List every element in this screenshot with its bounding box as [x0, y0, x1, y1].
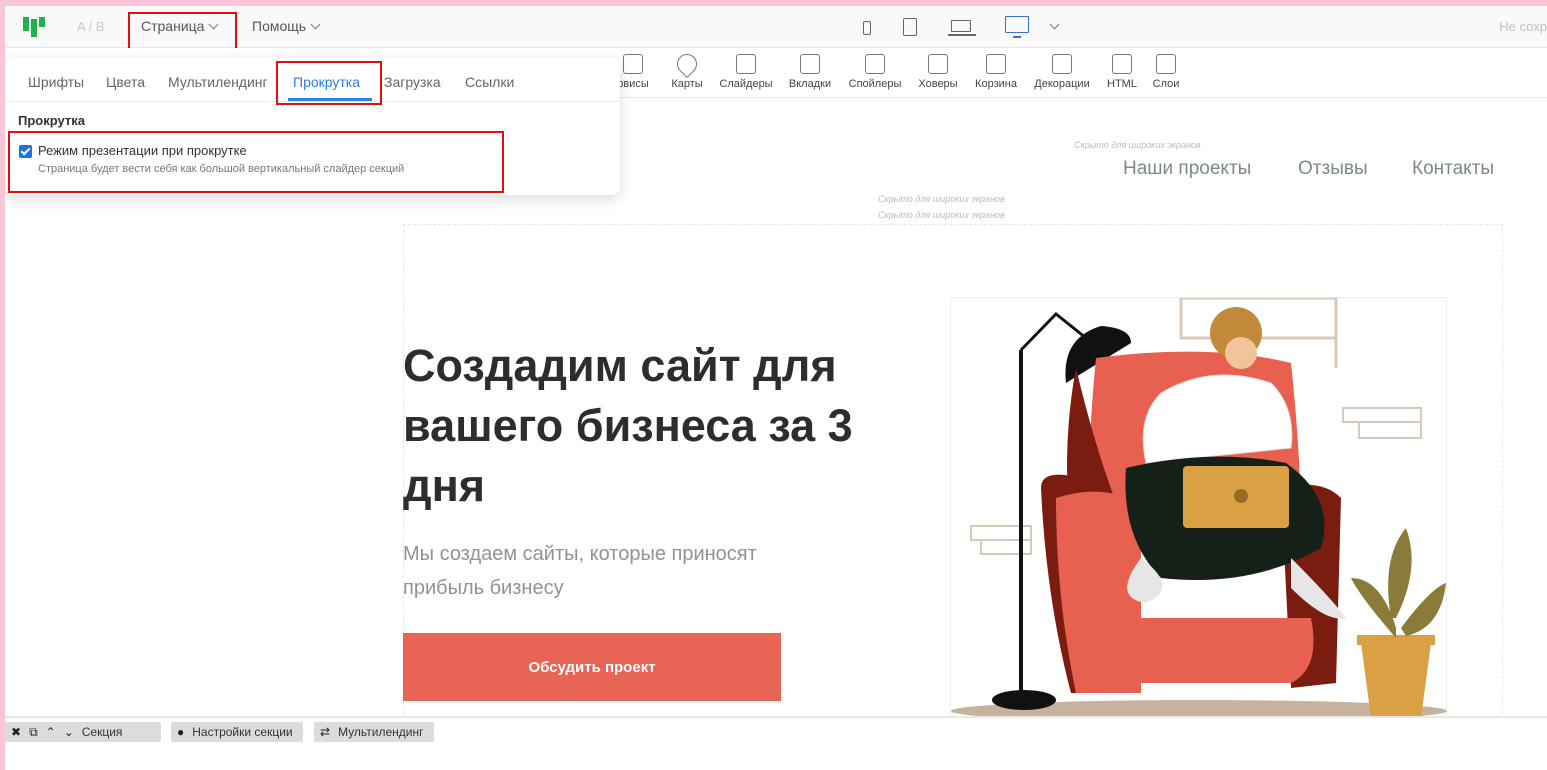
hidden-note: Скрыто для широких экранов: [878, 210, 1005, 220]
like-icon: [623, 54, 643, 74]
tool-cart[interactable]: Корзина: [966, 54, 1026, 90]
nav-link-contacts[interactable]: Контакты: [1412, 158, 1494, 180]
tab-scrolling[interactable]: Прокрутка: [293, 74, 360, 90]
hidden-note: Скрыто для широких экранов: [1074, 140, 1201, 150]
section-settings-label: Настройки секции: [192, 725, 293, 739]
multilanding-button[interactable]: ⇄ Мультилендинг: [314, 722, 434, 742]
desktop-view-icon[interactable]: [1005, 16, 1029, 38]
active-tab-indicator: [288, 98, 372, 101]
tool-label: Спойлеры: [848, 78, 902, 90]
discuss-project-button[interactable]: Обсудить проект: [403, 633, 781, 701]
tool-maps[interactable]: Карты: [657, 49, 717, 90]
tool-label: Вкладки: [788, 78, 832, 90]
section-controls: ✖ ⧉ ⌃ ⌄ Секция: [5, 722, 161, 742]
tool-decorations[interactable]: Декорации: [1032, 54, 1092, 90]
code-icon: [1112, 54, 1132, 74]
tabs-icon: [800, 54, 820, 74]
chevron-down-icon: [310, 19, 321, 29]
top-bar: A / B Страница Помощь Не сохр: [5, 6, 1547, 54]
tab-fonts[interactable]: Шрифты: [28, 74, 84, 90]
tab-links[interactable]: Ссылки: [465, 74, 514, 90]
logo-icon[interactable]: [23, 15, 47, 39]
chevron-up-icon[interactable]: ⌃: [46, 725, 56, 739]
presentation-mode-checkbox[interactable]: [19, 145, 32, 158]
tool-label: Декорации: [1034, 78, 1090, 90]
page-settings-panel: Шрифты Цвета Мультилендинг Прокрутка Заг…: [5, 58, 620, 195]
tool-spoilers[interactable]: Спойлеры: [845, 54, 905, 90]
hover-icon: [928, 54, 948, 74]
tool-sliders[interactable]: Слайдеры: [716, 54, 776, 90]
phone-view-icon[interactable]: [863, 21, 871, 35]
tab-loading[interactable]: Загрузка: [384, 74, 441, 90]
spoiler-icon: [865, 54, 885, 74]
tool-label: Карты: [671, 78, 703, 90]
slider-icon: [736, 54, 756, 74]
tablet-view-icon[interactable]: [903, 18, 917, 36]
section-title: Прокрутка: [18, 113, 85, 128]
tool-label: Слои: [1152, 78, 1180, 90]
duplicate-icon[interactable]: ⧉: [29, 725, 38, 740]
shuffle-icon: ⇄: [320, 725, 331, 739]
tool-tabs[interactable]: Вкладки: [780, 54, 840, 90]
chevron-down-icon[interactable]: [1049, 19, 1060, 30]
layers-icon: [1156, 54, 1176, 74]
tool-label: Ховеры: [918, 78, 958, 90]
menu-page-label: Страница: [141, 18, 205, 34]
hidden-note: Скрыто для широких экранов: [878, 194, 1005, 204]
menu-page[interactable]: Страница: [141, 18, 219, 34]
nav-link-reviews[interactable]: Отзывы: [1298, 158, 1368, 180]
menu-help[interactable]: Помощь: [252, 18, 321, 34]
tool-label: HTML: [1107, 78, 1137, 90]
tab-colors[interactable]: Цвета: [106, 74, 145, 90]
panel-tabs: Шрифты Цвета Мультилендинг Прокрутка Заг…: [5, 58, 620, 102]
nav-link-projects[interactable]: Наши проекты: [1123, 158, 1251, 180]
save-status: Не сохр: [1499, 19, 1547, 34]
multilanding-label: Мультилендинг: [338, 725, 424, 739]
tool-label: Корзина: [975, 78, 1017, 90]
man-in-armchair-illustration: [951, 296, 1447, 722]
section-label: Секция: [81, 725, 123, 739]
ab-test-toggle[interactable]: A / B: [77, 19, 104, 34]
tool-label: Слайдеры: [719, 78, 773, 90]
hero-headline[interactable]: Создадим сайт для вашего бизнеса за 3 дн…: [403, 336, 883, 516]
hero-illustration[interactable]: [950, 296, 1447, 722]
tool-label: рвисы: [617, 78, 649, 90]
editor-frame: A / B Страница Помощь Не сохр рвисы Карт…: [5, 6, 1547, 770]
section-toolbar: ✖ ⧉ ⌃ ⌄ Секция ● Настройки секции ⇄ Муль…: [5, 716, 1547, 770]
speech-bubble-icon: [1052, 54, 1072, 74]
highlight-box-checkbox: [8, 131, 504, 193]
hero-subline[interactable]: Мы создаем сайты, которые приносят прибы…: [403, 537, 823, 605]
close-icon[interactable]: ✖: [11, 725, 21, 739]
chevron-down-icon: [209, 19, 219, 29]
drop-icon: ●: [177, 725, 185, 739]
section-settings-button[interactable]: ● Настройки секции: [171, 722, 303, 742]
menu-help-label: Помощь: [252, 18, 307, 34]
laptop-view-icon[interactable]: [948, 20, 976, 36]
presentation-mode-label[interactable]: Режим презентации при прокрутке: [38, 143, 247, 158]
cart-icon: [986, 54, 1006, 74]
tool-layers[interactable]: Слои: [1136, 54, 1196, 90]
presentation-mode-hint: Страница будет вести себя как большой ве…: [38, 163, 405, 175]
tool-hovers[interactable]: Ховеры: [908, 54, 968, 90]
map-pin-icon: [672, 49, 702, 79]
chevron-down-icon[interactable]: ⌄: [64, 725, 74, 739]
tab-multilanding[interactable]: Мультилендинг: [168, 74, 268, 90]
